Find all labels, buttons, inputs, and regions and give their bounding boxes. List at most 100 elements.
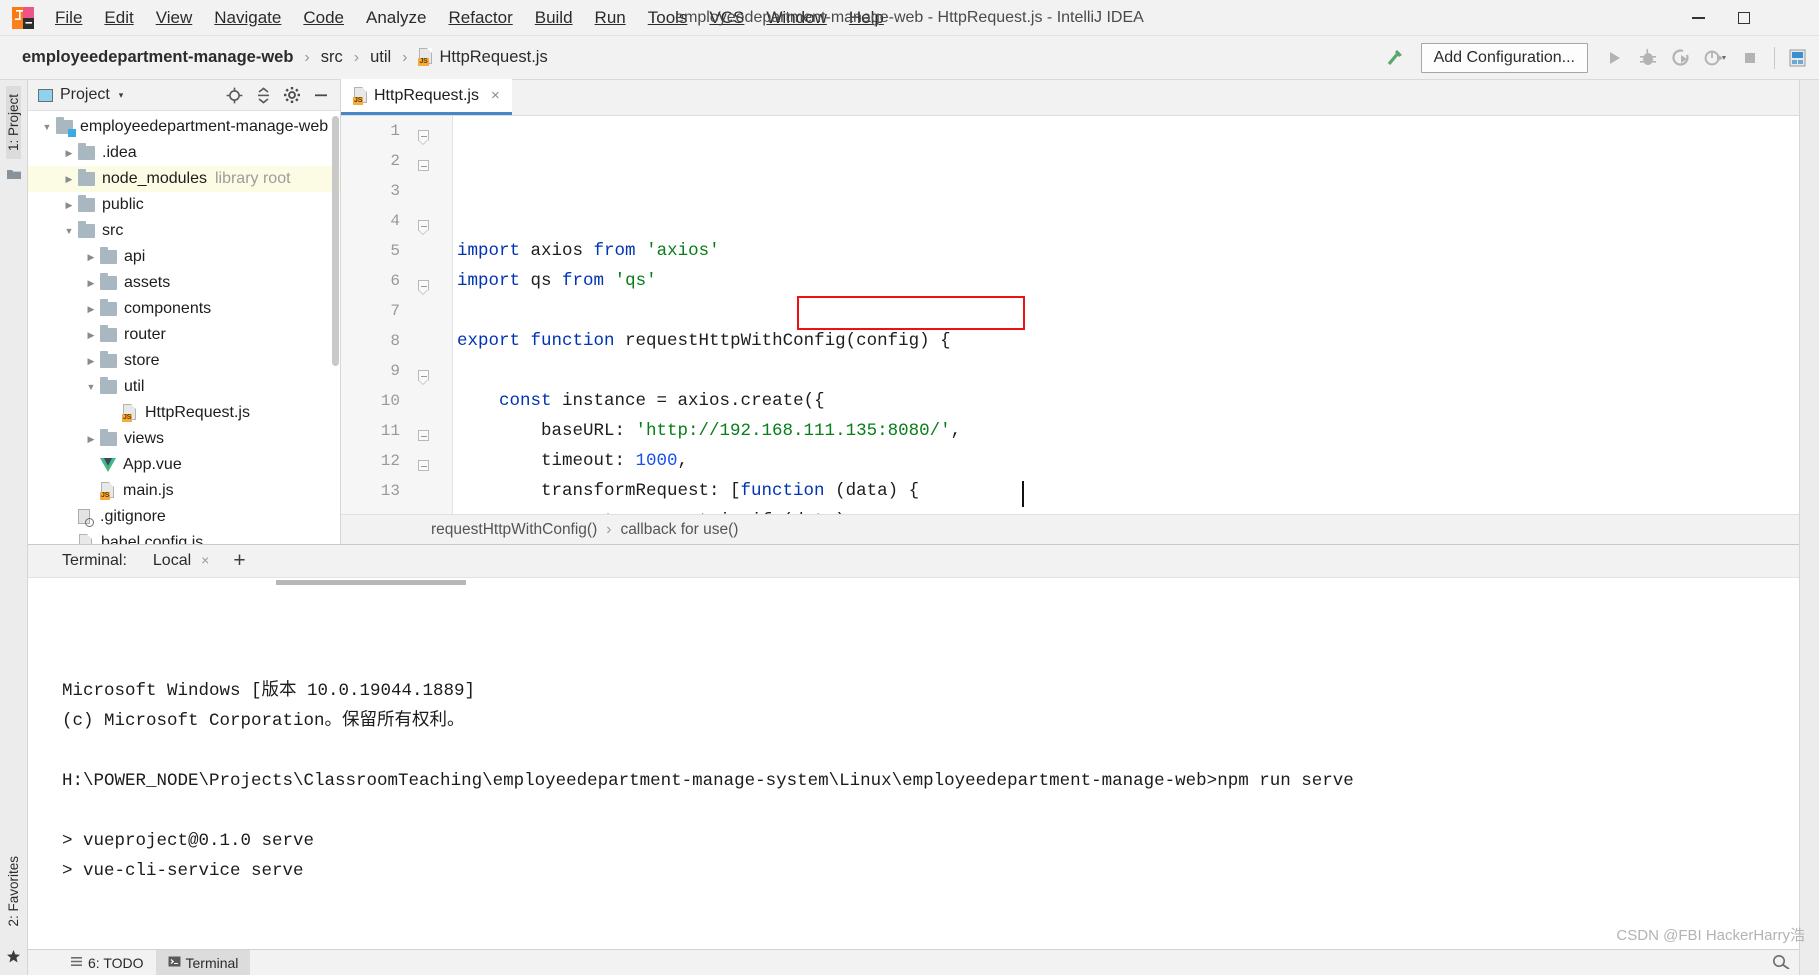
profile-icon[interactable] (1700, 42, 1732, 74)
tree-node[interactable]: ▶ public (28, 192, 340, 218)
terminal-tab-local[interactable]: Local × (149, 552, 213, 570)
menu-run[interactable]: Run (584, 5, 637, 31)
fold-expand-icon[interactable] (418, 280, 430, 295)
tree-node[interactable]: ▶ .idea (28, 140, 340, 166)
fold-collapse-icon[interactable] (418, 160, 430, 172)
code-line[interactable]: import axios from 'axios' (457, 236, 1799, 266)
code-line[interactable]: return qs.stringify(data) (457, 506, 1799, 514)
tree-node[interactable]: ▶ views (28, 426, 340, 452)
code-content[interactable]: import axios from 'axios' import qs from … (453, 116, 1799, 514)
tree-node[interactable]: ▶ assets (28, 270, 340, 296)
breadcrumb-src[interactable]: src (317, 46, 347, 69)
menu-view[interactable]: View (145, 5, 204, 31)
tree-node[interactable]: ▼ util (28, 374, 340, 400)
tree-node[interactable]: ▶ node_modules library root (28, 166, 340, 192)
tree-node[interactable]: ▶ store (28, 348, 340, 374)
favorites-star-icon[interactable] (6, 949, 22, 965)
code-line[interactable]: timeout: 1000, (457, 446, 1799, 476)
code-line[interactable]: const instance = axios.create({ (457, 386, 1799, 416)
build-hammer-icon[interactable] (1379, 42, 1411, 74)
fold-expand-icon[interactable] (418, 130, 430, 145)
menu-file[interactable]: File (44, 5, 93, 31)
tree-node[interactable]: ▶ router (28, 322, 340, 348)
chevron-down-icon[interactable]: ▼ (38, 122, 56, 132)
fold-collapse-icon[interactable] (418, 430, 430, 442)
minimize-icon[interactable] (1675, 3, 1721, 33)
breadcrumb-util[interactable]: util (366, 46, 395, 69)
event-log-icon[interactable] (1773, 953, 1791, 972)
chevron-right-icon[interactable]: ▶ (82, 356, 100, 367)
tree-node[interactable]: .gitignore (28, 504, 340, 530)
tab-httprequest-js[interactable]: JS HttpRequest.js × (341, 79, 512, 115)
menu-analyze[interactable]: Analyze (355, 5, 437, 31)
new-terminal-tab-button[interactable]: + (233, 550, 245, 571)
code-line[interactable]: transformRequest: [function (data) { (457, 476, 1799, 506)
chevron-right-icon[interactable]: ▶ (82, 434, 100, 445)
close-icon[interactable]: × (201, 552, 209, 568)
menu-refactor[interactable]: Refactor (437, 5, 523, 31)
chevron-down-icon[interactable]: ▼ (82, 382, 100, 392)
chevron-right-icon[interactable]: ▶ (82, 278, 100, 289)
tree-node[interactable]: JS HttpRequest.js (28, 400, 340, 426)
chevron-right-icon[interactable]: ▶ (60, 200, 78, 211)
menu-edit[interactable]: Edit (93, 5, 144, 31)
breadcrumb-file[interactable]: JS HttpRequest.js (414, 46, 551, 69)
run-with-coverage-icon[interactable] (1666, 42, 1698, 74)
project-tree[interactable]: ▼ employeedepartment-manage-web ▶ .idea ▶ nod… (28, 111, 340, 544)
run-icon[interactable] (1598, 42, 1630, 74)
menu-tools[interactable]: Tools (637, 5, 699, 31)
chevron-right-icon[interactable]: ▶ (82, 252, 100, 263)
settings-gear-icon[interactable] (279, 83, 305, 107)
menu-vcs[interactable]: VCS (698, 5, 755, 31)
fold-expand-icon[interactable] (418, 220, 430, 235)
chevron-right-icon[interactable]: ▶ (82, 304, 100, 315)
tree-node[interactable]: App.vue (28, 452, 340, 478)
tree-node[interactable]: ▼ employeedepartment-manage-web (28, 114, 340, 140)
sidebar-item-project[interactable]: 1: Project (6, 86, 21, 160)
terminal-scroll-indicator[interactable] (276, 580, 466, 585)
locate-target-icon[interactable] (221, 83, 247, 107)
code-line[interactable]: baseURL: 'http://192.168.111.135:8080/', (457, 416, 1799, 446)
menu-help[interactable]: Help (838, 5, 895, 31)
terminal-output[interactable]: Microsoft Windows [版本 10.0.19044.1889] (c… (28, 578, 1799, 949)
status-item-terminal[interactable]: Terminal (155, 949, 251, 975)
menu-window[interactable]: Window (755, 5, 837, 31)
tree-node[interactable]: JS main.js (28, 478, 340, 504)
maximize-icon[interactable] (1721, 3, 1767, 33)
chevron-down-icon[interactable]: ▼ (60, 226, 78, 236)
breadcrumb-project[interactable]: employeedepartment-manage-web (18, 46, 297, 69)
hide-minimize-icon[interactable] (308, 83, 334, 107)
debug-icon[interactable] (1632, 42, 1664, 74)
menu-code[interactable]: Code (292, 5, 355, 31)
code-line[interactable]: import qs from 'qs' (457, 266, 1799, 296)
search-everywhere-icon[interactable] (1783, 42, 1815, 74)
tree-node[interactable]: ▼ src (28, 218, 340, 244)
collapse-all-icon[interactable] (250, 83, 276, 107)
menu-build[interactable]: Build (524, 5, 584, 31)
chevron-right-icon[interactable]: ▶ (60, 174, 78, 185)
menu-navigate[interactable]: Navigate (203, 5, 292, 31)
close-icon[interactable] (1767, 3, 1813, 33)
status-item-todo[interactable]: 6: TODO (58, 950, 156, 975)
chevron-right-icon[interactable]: ▶ (82, 330, 100, 341)
code-line[interactable]: export function requestHttpWithConfig(co… (457, 326, 1799, 356)
editor-gutter[interactable]: 1234567891011121314 (341, 116, 453, 514)
add-configuration-button[interactable]: Add Configuration... (1420, 43, 1588, 73)
close-icon[interactable]: × (491, 87, 500, 104)
code-line[interactable] (457, 296, 1799, 326)
tree-node[interactable]: ▶ api (28, 244, 340, 270)
fold-expand-icon[interactable] (418, 370, 430, 385)
chevron-down-icon[interactable]: ▾ (119, 90, 124, 101)
code-line[interactable] (457, 356, 1799, 386)
fold-collapse-icon[interactable] (418, 460, 430, 472)
tree-node[interactable]: ▶ components (28, 296, 340, 322)
project-folder-icon[interactable] (6, 167, 22, 183)
sidebar-item-favorites[interactable]: 2: Favorites (6, 848, 21, 935)
stop-icon[interactable] (1734, 42, 1766, 74)
editor-breadcrumb-callback[interactable]: callback for use() (620, 521, 738, 539)
editor-breadcrumb-function[interactable]: requestHttpWithConfig() (431, 521, 597, 539)
tree-node[interactable]: JS babel.config.js (28, 530, 340, 544)
project-tree-scrollbar[interactable] (332, 116, 339, 366)
chevron-right-icon[interactable]: ▶ (60, 148, 78, 159)
code-editor[interactable]: 1234567891011121314 import axios from 'a… (341, 116, 1799, 514)
